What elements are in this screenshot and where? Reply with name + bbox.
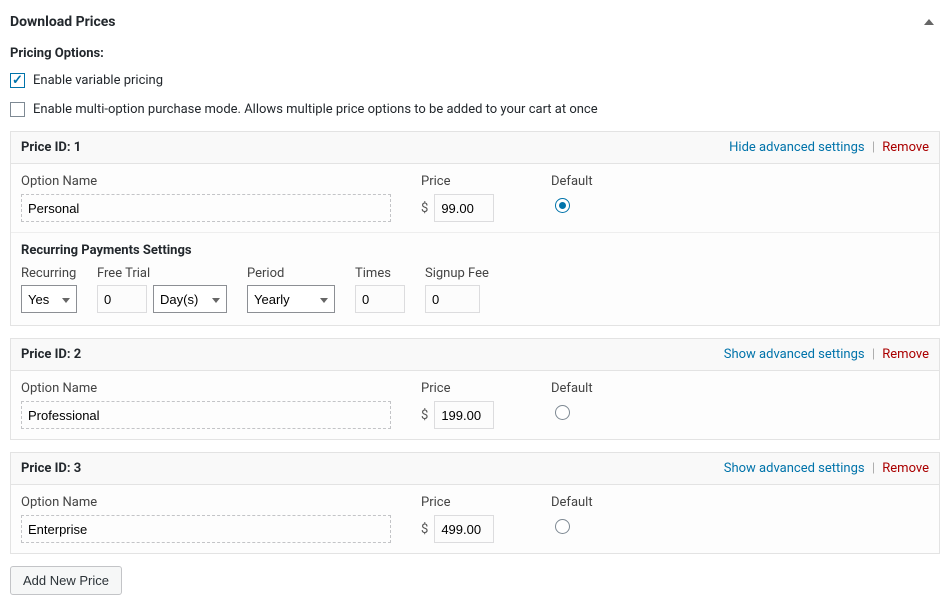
price-id-label: Price ID: 1 bbox=[21, 140, 81, 155]
panel-title: Download Prices bbox=[10, 14, 116, 30]
price-row-actions: Hide advanced settings | Remove bbox=[729, 140, 929, 155]
times-input[interactable] bbox=[355, 285, 405, 313]
pricing-options-heading: Pricing Options: bbox=[10, 46, 940, 61]
recurring-settings-heading: Recurring Payments Settings bbox=[11, 233, 939, 262]
enable-variable-pricing-row[interactable]: Enable variable pricing bbox=[10, 73, 940, 88]
price-fields-row: Option Name Price $ Default bbox=[11, 485, 939, 553]
collapse-toggle-icon[interactable] bbox=[924, 19, 934, 25]
period-label: Period bbox=[247, 266, 335, 281]
price-row-1: Price ID: 1 Hide advanced settings | Rem… bbox=[10, 131, 940, 326]
default-label: Default bbox=[551, 495, 593, 510]
toggle-advanced-link[interactable]: Show advanced settings bbox=[724, 347, 865, 362]
option-name-input[interactable] bbox=[21, 401, 391, 429]
free-trial-qty-input[interactable] bbox=[97, 285, 147, 313]
price-row-header: Price ID: 3 Show advanced settings | Rem… bbox=[11, 453, 939, 485]
price-fields-row: Option Name Price $ Default bbox=[11, 371, 939, 439]
price-row-header: Price ID: 1 Hide advanced settings | Rem… bbox=[11, 132, 939, 164]
signup-fee-label: Signup Fee bbox=[425, 266, 489, 281]
download-prices-panel: Download Prices Pricing Options: Enable … bbox=[0, 0, 950, 605]
toggle-advanced-link[interactable]: Show advanced settings bbox=[724, 461, 865, 476]
price-input[interactable] bbox=[434, 401, 494, 429]
enable-multi-option-checkbox[interactable] bbox=[10, 102, 25, 117]
option-name-input[interactable] bbox=[21, 515, 391, 543]
option-name-input[interactable] bbox=[21, 194, 391, 222]
remove-price-link[interactable]: Remove bbox=[882, 140, 929, 155]
action-separator: | bbox=[872, 347, 875, 362]
price-id-label: Price ID: 3 bbox=[21, 461, 81, 476]
recurring-select[interactable]: Yes bbox=[21, 285, 77, 313]
default-radio[interactable] bbox=[555, 198, 570, 213]
default-label: Default bbox=[551, 174, 593, 189]
currency-symbol: $ bbox=[421, 408, 428, 423]
enable-variable-pricing-checkbox[interactable] bbox=[10, 73, 25, 88]
times-label: Times bbox=[355, 266, 405, 281]
action-separator: | bbox=[872, 461, 875, 476]
price-input[interactable] bbox=[434, 194, 494, 222]
price-label: Price bbox=[421, 495, 511, 510]
price-label: Price bbox=[421, 174, 511, 189]
currency-symbol: $ bbox=[421, 522, 428, 537]
enable-variable-pricing-label: Enable variable pricing bbox=[33, 73, 163, 88]
add-new-price-button[interactable]: Add New Price bbox=[10, 566, 122, 595]
free-trial-label: Free Trial bbox=[97, 266, 227, 281]
default-radio[interactable] bbox=[555, 519, 570, 534]
recurring-label: Recurring bbox=[21, 266, 77, 281]
signup-fee-input[interactable] bbox=[425, 285, 480, 313]
price-row-3: Price ID: 3 Show advanced settings | Rem… bbox=[10, 452, 940, 554]
option-name-label: Option Name bbox=[21, 174, 401, 189]
recurring-settings-row: Recurring Yes Free Trial Day(s) Per bbox=[11, 262, 939, 325]
default-label: Default bbox=[551, 381, 593, 396]
price-label: Price bbox=[421, 381, 511, 396]
free-trial-unit-select[interactable]: Day(s) bbox=[153, 285, 227, 313]
panel-header: Download Prices bbox=[0, 0, 950, 36]
price-row-actions: Show advanced settings | Remove bbox=[724, 461, 929, 476]
option-name-label: Option Name bbox=[21, 381, 401, 396]
remove-price-link[interactable]: Remove bbox=[882, 347, 929, 362]
price-row-actions: Show advanced settings | Remove bbox=[724, 347, 929, 362]
period-select[interactable]: Yearly bbox=[247, 285, 335, 313]
price-input[interactable] bbox=[434, 515, 494, 543]
currency-symbol: $ bbox=[421, 201, 428, 216]
remove-price-link[interactable]: Remove bbox=[882, 461, 929, 476]
default-radio[interactable] bbox=[555, 405, 570, 420]
price-fields-row: Option Name Price $ Default bbox=[11, 164, 939, 233]
price-id-label: Price ID: 2 bbox=[21, 347, 81, 362]
enable-multi-option-row[interactable]: Enable multi-option purchase mode. Allow… bbox=[10, 102, 940, 117]
option-name-label: Option Name bbox=[21, 495, 401, 510]
enable-multi-option-label: Enable multi-option purchase mode. Allow… bbox=[33, 102, 598, 117]
toggle-advanced-link[interactable]: Hide advanced settings bbox=[729, 140, 864, 155]
price-row-2: Price ID: 2 Show advanced settings | Rem… bbox=[10, 338, 940, 440]
price-row-header: Price ID: 2 Show advanced settings | Rem… bbox=[11, 339, 939, 371]
action-separator: | bbox=[872, 140, 875, 155]
